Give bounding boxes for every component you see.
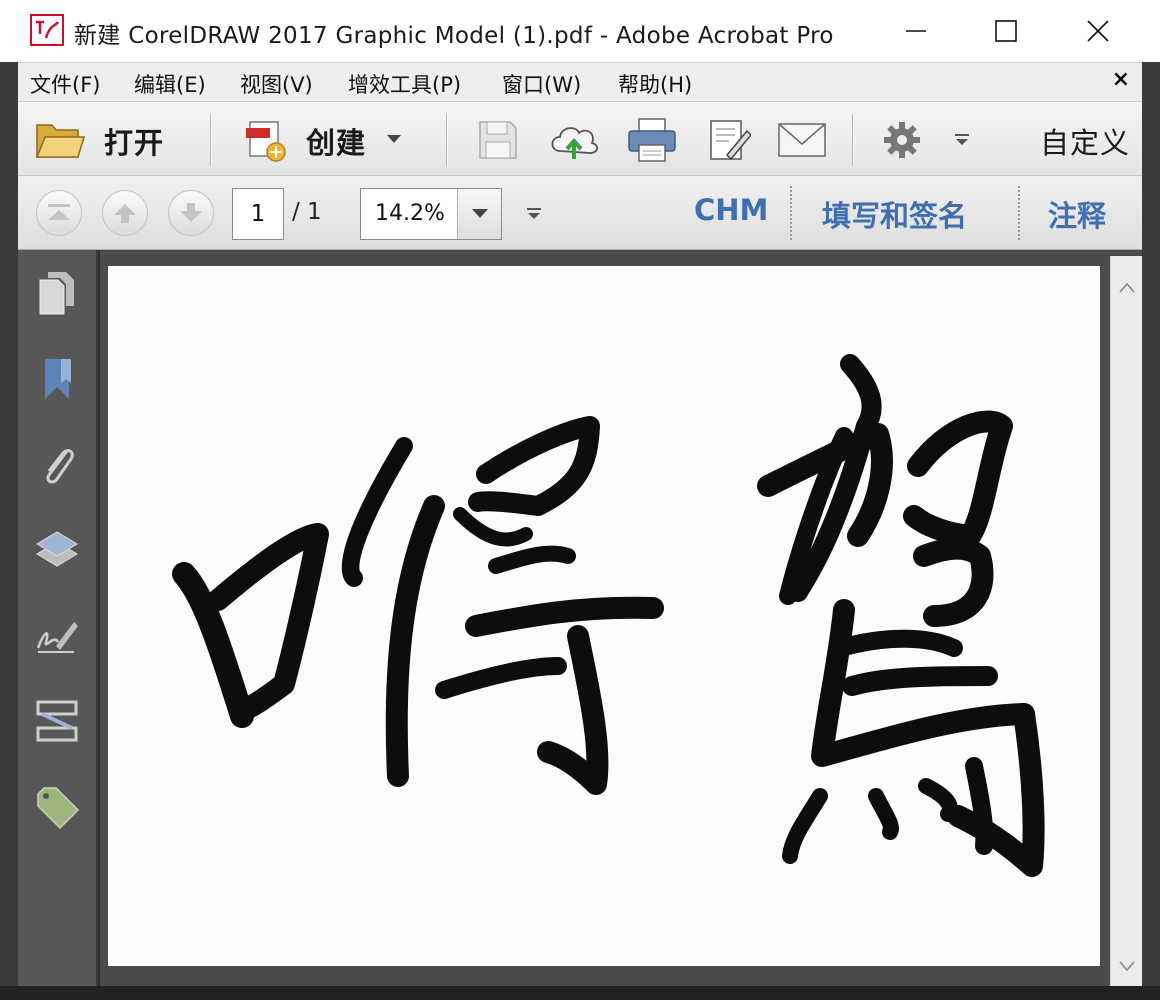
chevron-down-icon xyxy=(471,209,488,218)
acrobat-window: 新建 CorelDRAW 2017 Graphic Model (1).pdf … xyxy=(0,0,1160,1000)
window-right-edge xyxy=(1142,62,1160,986)
maximize-button[interactable] xyxy=(960,0,1052,62)
signature-icon xyxy=(36,622,78,653)
save-icon xyxy=(479,121,517,159)
minimize-icon xyxy=(906,30,926,32)
first-page-icon xyxy=(48,204,70,220)
arrow-down-icon xyxy=(180,203,202,222)
main-toolbar: 打开 创建 自定义 xyxy=(18,102,1142,176)
page-total-label: / 1 xyxy=(292,199,322,225)
nav-separator xyxy=(1018,186,1020,240)
pdf-page xyxy=(108,266,1100,966)
window-bottom-edge xyxy=(0,986,1160,1000)
calligraphy-artwork xyxy=(172,354,1045,877)
chevron-down-icon xyxy=(955,134,969,145)
content-panel-button[interactable] xyxy=(32,696,82,746)
create-dropdown[interactable] xyxy=(384,130,404,150)
open-label[interactable]: 打开 xyxy=(104,120,164,162)
acrobat-app-icon xyxy=(30,14,64,46)
create-pdf-icon xyxy=(246,121,286,162)
bookmarks-panel-button[interactable] xyxy=(32,354,82,404)
menu-view[interactable]: 视图(V) xyxy=(240,69,313,99)
tags-panel-button[interactable] xyxy=(32,782,82,832)
email-button[interactable] xyxy=(774,116,830,164)
gear-icon xyxy=(884,122,920,158)
pages-icon xyxy=(39,272,74,315)
attachments-panel-button[interactable] xyxy=(32,440,82,490)
comment-link[interactable]: 注释 xyxy=(1048,193,1106,235)
layers-panel-button[interactable] xyxy=(32,524,82,574)
navigation-toolbar: 1 / 1 14.2% CHM 填写和签名 注释 xyxy=(18,176,1142,250)
open-button[interactable] xyxy=(32,114,88,164)
scroll-up-icon[interactable] xyxy=(1117,278,1137,298)
arrow-up-icon xyxy=(114,204,136,223)
attachment-icon xyxy=(46,449,74,484)
menu-plugins[interactable]: 增效工具(P) xyxy=(348,69,461,99)
chevron-down-icon xyxy=(387,135,401,143)
pages-panel-button[interactable] xyxy=(32,268,82,318)
edit-sign-icon xyxy=(710,120,751,161)
tag-icon xyxy=(37,787,80,830)
menu-close-document-button[interactable]: × xyxy=(1112,67,1130,92)
minimize-button[interactable] xyxy=(870,0,962,62)
create-button[interactable] xyxy=(240,114,292,166)
upload-cloud-icon xyxy=(551,127,598,159)
folder-open-icon xyxy=(35,124,86,158)
menu-help[interactable]: 帮助(H) xyxy=(618,69,692,99)
email-icon xyxy=(778,123,826,157)
first-page-button[interactable] xyxy=(36,190,82,236)
print-icon xyxy=(628,118,676,162)
zoom-value[interactable]: 14.2% xyxy=(375,201,445,226)
close-button[interactable] xyxy=(1052,0,1144,62)
fill-and-sign-link[interactable]: 填写和签名 xyxy=(822,193,967,235)
window-title: 新建 CorelDRAW 2017 Graphic Model (1).pdf … xyxy=(74,23,834,49)
customize-label[interactable]: 自定义 xyxy=(1040,120,1130,162)
previous-page-button[interactable] xyxy=(102,190,148,236)
chevron-down-icon xyxy=(527,208,541,219)
nav-separator xyxy=(790,186,792,240)
menu-file[interactable]: 文件(F) xyxy=(30,69,100,99)
save-button[interactable] xyxy=(474,116,522,164)
next-page-button[interactable] xyxy=(168,190,214,236)
settings-button[interactable] xyxy=(880,118,924,162)
maximize-icon xyxy=(995,20,1017,42)
chm-link[interactable]: CHM xyxy=(694,193,768,227)
toolbar-separator xyxy=(852,114,854,166)
window-left-edge xyxy=(0,62,18,986)
toolbar-options-dropdown[interactable] xyxy=(952,130,972,150)
bookmark-icon xyxy=(45,359,71,399)
navigation-pane xyxy=(18,250,98,986)
page-number-input[interactable]: 1 xyxy=(232,188,284,240)
upload-cloud-button[interactable] xyxy=(546,116,602,164)
vertical-scrollbar[interactable] xyxy=(1110,256,1142,986)
edit-sign-button[interactable] xyxy=(704,114,754,166)
create-label[interactable]: 创建 xyxy=(306,120,366,162)
zoom-dropdown-button[interactable] xyxy=(457,189,501,239)
toolbar-separator xyxy=(446,114,448,166)
close-icon xyxy=(1087,20,1109,42)
nav-options-dropdown[interactable] xyxy=(524,204,544,224)
signatures-panel-button[interactable] xyxy=(32,610,82,660)
print-button[interactable] xyxy=(624,114,680,166)
toolbar-separator xyxy=(210,114,212,166)
menu-edit[interactable]: 编辑(E) xyxy=(134,69,206,99)
zoom-select[interactable]: 14.2% xyxy=(360,188,502,240)
layers-icon xyxy=(36,531,78,567)
title-bar: 新建 CorelDRAW 2017 Graphic Model (1).pdf … xyxy=(0,0,1160,62)
menu-window[interactable]: 窗口(W) xyxy=(502,69,581,99)
scroll-down-icon[interactable] xyxy=(1117,956,1137,976)
content-icon xyxy=(36,700,78,742)
menu-bar: 文件(F) 编辑(E) 视图(V) 增效工具(P) 窗口(W) 帮助(H) × xyxy=(18,62,1142,102)
